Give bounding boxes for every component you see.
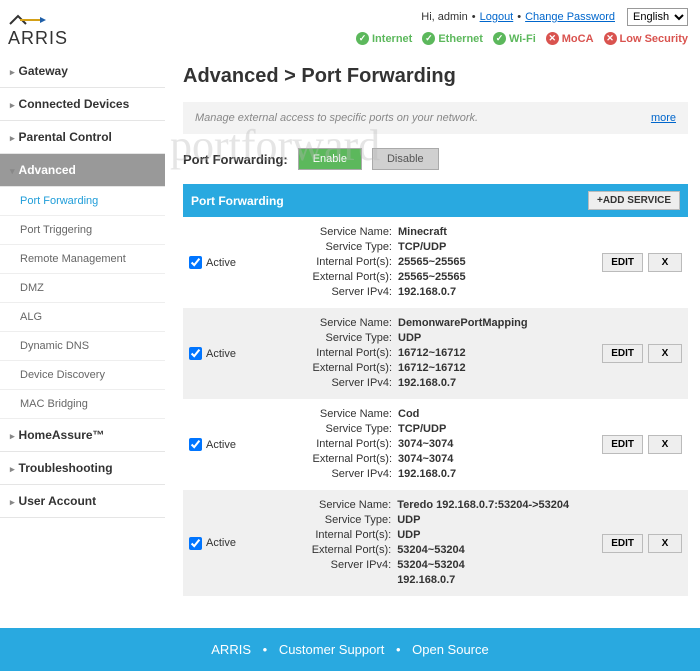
field-values: DemonwarePortMappingUDP16712~1671216712~… (392, 316, 528, 391)
active-checkbox[interactable] (189, 347, 202, 360)
sidebar-item-user-account[interactable]: User Account (0, 485, 165, 518)
details-cell: Service Name:Service Type:Internal Port(… (257, 407, 594, 482)
actions-cell: EDIT X (602, 253, 682, 272)
sidebar-item-parental-control[interactable]: Parental Control (0, 121, 165, 154)
active-checkbox[interactable] (189, 438, 202, 451)
user-line: Hi, admin • Logout • Change Password Eng… (356, 8, 688, 26)
rule-row: Active Service Name:Service Type:Internal… (183, 399, 688, 490)
sidebar-sub-alg[interactable]: ALG (0, 303, 165, 332)
panel-header: Port Forwarding +ADD SERVICE (183, 184, 688, 217)
sidebar-sub-device-discovery[interactable]: Device Discovery (0, 361, 165, 390)
active-checkbox[interactable] (189, 537, 202, 550)
logout-link[interactable]: Logout (480, 11, 514, 23)
edit-button[interactable]: EDIT (602, 534, 643, 553)
enable-button[interactable]: Enable (298, 148, 362, 170)
language-select[interactable]: English (627, 8, 688, 26)
edit-button[interactable]: EDIT (602, 253, 643, 272)
active-label: Active (206, 348, 236, 360)
sidebar-item-connected-devices[interactable]: Connected Devices (0, 88, 165, 121)
toggle-label: Port Forwarding: (183, 152, 288, 167)
description-text: Manage external access to specific ports… (195, 112, 478, 124)
actions-cell: EDIT X (602, 534, 682, 553)
rule-row: Active Service Name:Service Type:Internal… (183, 217, 688, 308)
panel-title: Port Forwarding (191, 194, 284, 208)
description-box: Manage external access to specific ports… (183, 102, 688, 134)
sep: • (396, 642, 401, 657)
rule-row: ActiveService Name:Service Type:Internal… (183, 490, 688, 596)
edit-button[interactable]: EDIT (602, 435, 643, 454)
active-label: Active (206, 537, 236, 549)
sep: • (472, 11, 476, 23)
field-labels: Service Name:Service Type:Internal Port(… (257, 407, 392, 482)
rule-row: Active Service Name:Service Type:Internal… (183, 308, 688, 399)
sidebar-sub-dynamic-dns[interactable]: Dynamic DNS (0, 332, 165, 361)
active-checkbox[interactable] (189, 256, 202, 269)
rules-container: Active Service Name:Service Type:Internal… (183, 217, 688, 596)
active-label: Active (206, 257, 236, 269)
page-title: Advanced > Port Forwarding (183, 65, 688, 88)
field-values: MinecraftTCP/UDP25565~2556525565~2556519… (392, 225, 466, 300)
sidebar-item-homeassure[interactable]: HomeAssure™ (0, 419, 165, 452)
check-icon: ✓ (356, 32, 369, 45)
sidebar: Gateway Connected Devices Parental Contr… (0, 55, 165, 616)
sidebar-sub-remote-management[interactable]: Remote Management (0, 245, 165, 274)
active-cell: Active (189, 347, 249, 360)
status-security: ✕Low Security (604, 32, 688, 45)
field-labels: Service Name:Service Type:Internal Port(… (257, 316, 392, 391)
header-right: Hi, admin • Logout • Change Password Eng… (356, 8, 688, 45)
footer: ARRIS • Customer Support • Open Source (0, 628, 700, 671)
actions-cell: EDIT X (602, 344, 682, 363)
field-values: CodTCP/UDP3074~30743074~3074192.168.0.7 (392, 407, 456, 482)
sidebar-sub-port-forwarding[interactable]: Port Forwarding (0, 187, 165, 216)
greeting: Hi, admin (421, 11, 467, 23)
details-cell: Service Name:Service Type:Internal Port(… (257, 225, 594, 300)
content: Advanced > Port Forwarding Manage extern… (165, 55, 700, 616)
status-ethernet: ✓Ethernet (422, 32, 483, 45)
field-labels: Service Name:Service Type:Internal Port(… (257, 225, 392, 300)
sidebar-sub-mac-bridging[interactable]: MAC Bridging (0, 390, 165, 419)
logo: ARRIS (8, 8, 68, 49)
more-link[interactable]: more (651, 112, 676, 124)
active-cell: Active (189, 438, 249, 451)
brand-text: ARRIS (8, 28, 68, 49)
sidebar-item-gateway[interactable]: Gateway (0, 55, 165, 88)
status-moca: ✕MoCA (546, 32, 594, 45)
add-service-button[interactable]: +ADD SERVICE (588, 191, 680, 210)
sidebar-item-advanced[interactable]: Advanced (0, 154, 165, 187)
x-icon: ✕ (604, 32, 617, 45)
active-cell: Active (189, 537, 249, 550)
sep: • (263, 642, 268, 657)
sidebar-item-troubleshooting[interactable]: Troubleshooting (0, 452, 165, 485)
footer-support[interactable]: Customer Support (279, 642, 385, 657)
sep: • (517, 11, 521, 23)
active-label: Active (206, 439, 236, 451)
footer-open-source[interactable]: Open Source (412, 642, 489, 657)
delete-button[interactable]: X (648, 435, 682, 454)
delete-button[interactable]: X (648, 344, 682, 363)
details-cell: Service Name:Service Type:Internal Port(… (257, 316, 594, 391)
sidebar-sub-dmz[interactable]: DMZ (0, 274, 165, 303)
change-password-link[interactable]: Change Password (525, 11, 615, 23)
status-line: ✓Internet ✓Ethernet ✓Wi-Fi ✕MoCA ✕Low Se… (356, 32, 688, 45)
x-icon: ✕ (546, 32, 559, 45)
edit-button[interactable]: EDIT (602, 344, 643, 363)
footer-brand[interactable]: ARRIS (211, 642, 251, 657)
check-icon: ✓ (493, 32, 506, 45)
status-internet: ✓Internet (356, 32, 412, 45)
disable-button[interactable]: Disable (372, 148, 439, 170)
main: Gateway Connected Devices Parental Contr… (0, 55, 700, 616)
delete-button[interactable]: X (648, 534, 682, 553)
logo-icon (8, 14, 48, 26)
check-icon: ✓ (422, 32, 435, 45)
active-cell: Active (189, 256, 249, 269)
actions-cell: EDIT X (602, 435, 682, 454)
delete-button[interactable]: X (648, 253, 682, 272)
sidebar-sub-port-triggering[interactable]: Port Triggering (0, 216, 165, 245)
status-wifi: ✓Wi-Fi (493, 32, 536, 45)
toggle-row: Port Forwarding: Enable Disable (183, 134, 688, 184)
header: ARRIS Hi, admin • Logout • Change Passwo… (0, 0, 700, 55)
